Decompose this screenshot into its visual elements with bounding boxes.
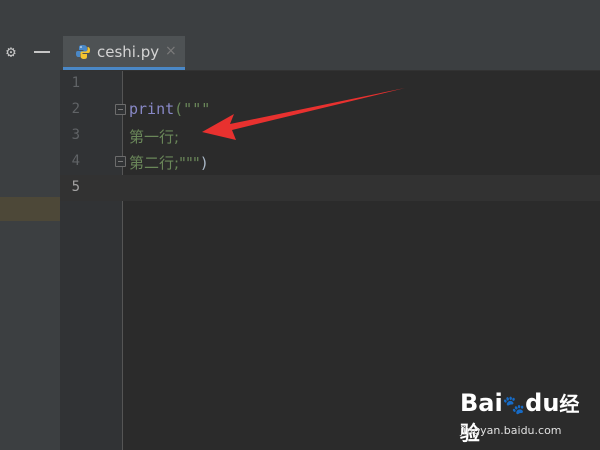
- watermark-logo: Bai🐾du经验: [460, 389, 580, 445]
- line-number: 2: [71, 101, 80, 117]
- tab-filename: ceshi.py: [97, 43, 160, 61]
- red-arrow-annotation: [202, 88, 405, 140]
- project-panel: ⚙: [0, 36, 61, 450]
- line-number: 1: [71, 75, 80, 91]
- editor-tab-bar: ceshi.py ×: [60, 36, 600, 71]
- gear-icon[interactable]: ⚙: [2, 43, 20, 61]
- line-number: 3: [71, 127, 80, 143]
- line-number: 5: [71, 179, 80, 195]
- minus-icon[interactable]: [34, 51, 50, 53]
- close-icon[interactable]: ×: [165, 43, 177, 59]
- tab-ceshi-py[interactable]: ceshi.py ×: [63, 36, 185, 70]
- current-line-highlight: [60, 175, 600, 201]
- code-token-function: print: [129, 100, 175, 118]
- fold-marker-icon[interactable]: [115, 156, 126, 167]
- line-number: 4: [71, 153, 80, 169]
- project-panel-selected-row[interactable]: [0, 197, 60, 221]
- watermark-url: jingyan.baidu.com: [460, 424, 562, 437]
- active-tab-indicator: [63, 67, 185, 70]
- baidu-jingyan-watermark: Bai🐾du经验 jingyan.baidu.com: [460, 382, 590, 445]
- fold-marker-icon[interactable]: [115, 104, 126, 115]
- title-bar: [0, 0, 600, 37]
- project-panel-toolbar: ⚙: [0, 38, 60, 68]
- python-file-icon: [76, 45, 90, 59]
- code-line-3: 第一行;: [129, 128, 180, 146]
